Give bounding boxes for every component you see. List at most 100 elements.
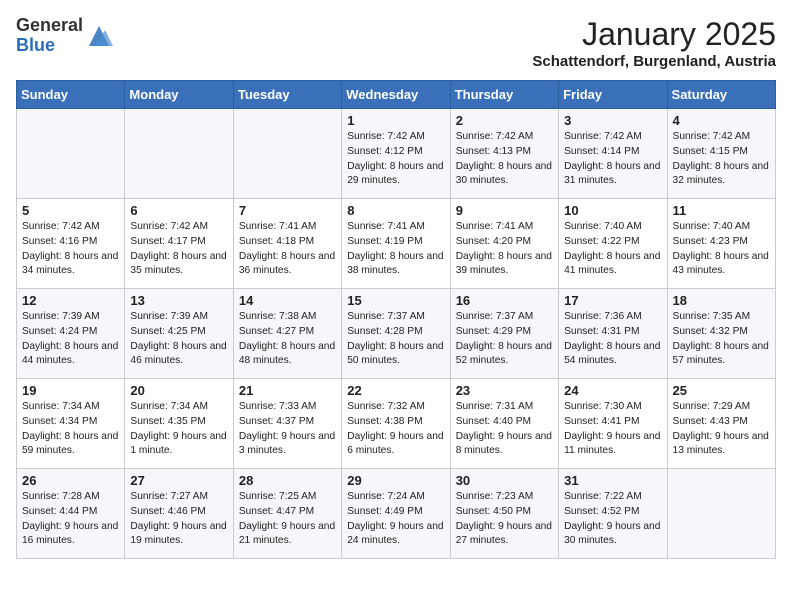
- day-info: Sunrise: 7:40 AM Sunset: 4:22 PM Dayligh…: [564, 220, 661, 279]
- day-cell: 6 Sunrise: 7:42 AM Sunset: 4:17 PM Daylig…: [125, 199, 233, 289]
- days-header-row: SundayMondayTuesdayWednesdayThursdayFrid…: [17, 81, 776, 109]
- day-cell: 30Sunrise: 7:23 AM Sunset: 4:50 PM Dayli…: [450, 469, 558, 559]
- day-info: Sunrise: 7:33 AM Sunset: 4:37 PM Dayligh…: [239, 400, 336, 459]
- day-number: 30: [456, 473, 553, 488]
- day-info: Sunrise: 7:42 AM Sunset: 4:17 PM Dayligh…: [130, 220, 227, 279]
- day-number: 4: [673, 113, 770, 128]
- day-number: 10: [564, 203, 661, 218]
- title-section: January 2025 Schattendorf, Burgenland, A…: [532, 16, 776, 70]
- day-number: 1: [347, 113, 444, 128]
- day-header-thursday: Thursday: [450, 81, 558, 109]
- day-number: 3: [564, 113, 661, 128]
- day-header-monday: Monday: [125, 81, 233, 109]
- day-cell: 3 Sunrise: 7:42 AM Sunset: 4:14 PM Daylig…: [559, 109, 667, 199]
- day-number: 17: [564, 293, 661, 308]
- day-info: Sunrise: 7:32 AM Sunset: 4:38 PM Dayligh…: [347, 400, 444, 459]
- day-cell: 25 Sunrise: 7:29 AM Sunset: 4:43 PM Dayli…: [667, 379, 775, 469]
- day-info: Sunrise: 7:42 AM Sunset: 4:14 PM Dayligh…: [564, 130, 661, 189]
- logo-general-text: General: [16, 16, 83, 36]
- day-number: 20: [130, 383, 227, 398]
- day-cell: 27 Sunrise: 7:27 AM Sunset: 4:46 PM Dayli…: [125, 469, 233, 559]
- day-info: Sunrise: 7:35 AM Sunset: 4:32 PM Dayligh…: [673, 310, 770, 369]
- week-row-1: 1 Sunrise: 7:42 AM Sunset: 4:12 PM Daylig…: [17, 109, 776, 199]
- day-info: Sunrise: 7:37 AM Sunset: 4:28 PM Dayligh…: [347, 310, 444, 369]
- logo: General Blue: [16, 16, 113, 56]
- day-number: 22: [347, 383, 444, 398]
- day-number: 15: [347, 293, 444, 308]
- day-number: 31: [564, 473, 661, 488]
- day-cell: 19Sunrise: 7:34 AM Sunset: 4:34 PM Dayli…: [17, 379, 125, 469]
- day-cell: [667, 469, 775, 559]
- day-cell: 21 Sunrise: 7:33 AM Sunset: 4:37 PM Dayli…: [233, 379, 341, 469]
- day-info: Sunrise: 7:28 AM Sunset: 4:44 PM Dayligh…: [22, 490, 119, 549]
- day-info: Sunrise: 7:41 AM Sunset: 4:20 PM Dayligh…: [456, 220, 553, 279]
- day-info: Sunrise: 7:42 AM Sunset: 4:16 PM Dayligh…: [22, 220, 119, 279]
- day-cell: 22 Sunrise: 7:32 AM Sunset: 4:38 PM Dayli…: [342, 379, 450, 469]
- day-number: 13: [130, 293, 227, 308]
- day-number: 23: [456, 383, 553, 398]
- day-info: Sunrise: 7:39 AM Sunset: 4:24 PM Dayligh…: [22, 310, 119, 369]
- calendar-table: SundayMondayTuesdayWednesdayThursdayFrid…: [16, 80, 776, 559]
- day-info: Sunrise: 7:42 AM Sunset: 4:12 PM Dayligh…: [347, 130, 444, 189]
- day-info: Sunrise: 7:31 AM Sunset: 4:40 PM Dayligh…: [456, 400, 553, 459]
- day-info: Sunrise: 7:27 AM Sunset: 4:46 PM Dayligh…: [130, 490, 227, 549]
- day-cell: [17, 109, 125, 199]
- day-number: 2: [456, 113, 553, 128]
- day-cell: 9 Sunrise: 7:41 AM Sunset: 4:20 PM Daylig…: [450, 199, 558, 289]
- day-info: Sunrise: 7:22 AM Sunset: 4:52 PM Dayligh…: [564, 490, 661, 549]
- day-info: Sunrise: 7:25 AM Sunset: 4:47 PM Dayligh…: [239, 490, 336, 549]
- month-title: January 2025: [532, 16, 776, 53]
- day-info: Sunrise: 7:39 AM Sunset: 4:25 PM Dayligh…: [130, 310, 227, 369]
- day-cell: [125, 109, 233, 199]
- day-cell: 16 Sunrise: 7:37 AM Sunset: 4:29 PM Dayli…: [450, 289, 558, 379]
- day-cell: 8 Sunrise: 7:41 AM Sunset: 4:19 PM Daylig…: [342, 199, 450, 289]
- day-cell: 14Sunrise: 7:38 AM Sunset: 4:27 PM Dayli…: [233, 289, 341, 379]
- day-number: 5: [22, 203, 119, 218]
- day-header-tuesday: Tuesday: [233, 81, 341, 109]
- day-number: 19: [22, 383, 119, 398]
- day-info: Sunrise: 7:42 AM Sunset: 4:15 PM Dayligh…: [673, 130, 770, 189]
- day-number: 9: [456, 203, 553, 218]
- day-cell: 31 Sunrise: 7:22 AM Sunset: 4:52 PM Dayli…: [559, 469, 667, 559]
- week-row-5: 26Sunrise: 7:28 AM Sunset: 4:44 PM Dayli…: [17, 469, 776, 559]
- day-number: 24: [564, 383, 661, 398]
- day-info: Sunrise: 7:38 AM Sunset: 4:27 PM Dayligh…: [239, 310, 336, 369]
- day-header-sunday: Sunday: [17, 81, 125, 109]
- day-number: 29: [347, 473, 444, 488]
- day-number: 27: [130, 473, 227, 488]
- day-cell: 1 Sunrise: 7:42 AM Sunset: 4:12 PM Daylig…: [342, 109, 450, 199]
- day-header-friday: Friday: [559, 81, 667, 109]
- day-info: Sunrise: 7:30 AM Sunset: 4:41 PM Dayligh…: [564, 400, 661, 459]
- day-cell: [233, 109, 341, 199]
- day-cell: 4 Sunrise: 7:42 AM Sunset: 4:15 PM Daylig…: [667, 109, 775, 199]
- day-cell: 28Sunrise: 7:25 AM Sunset: 4:47 PM Dayli…: [233, 469, 341, 559]
- day-info: Sunrise: 7:41 AM Sunset: 4:19 PM Dayligh…: [347, 220, 444, 279]
- day-header-saturday: Saturday: [667, 81, 775, 109]
- day-cell: 29 Sunrise: 7:24 AM Sunset: 4:49 PM Dayli…: [342, 469, 450, 559]
- day-info: Sunrise: 7:29 AM Sunset: 4:43 PM Dayligh…: [673, 400, 770, 459]
- day-info: Sunrise: 7:24 AM Sunset: 4:49 PM Dayligh…: [347, 490, 444, 549]
- day-number: 25: [673, 383, 770, 398]
- day-cell: 20 Sunrise: 7:34 AM Sunset: 4:35 PM Dayli…: [125, 379, 233, 469]
- page-header: General Blue January 2025 Schattendorf, …: [16, 16, 776, 70]
- day-cell: 26Sunrise: 7:28 AM Sunset: 4:44 PM Dayli…: [17, 469, 125, 559]
- logo-blue-text: Blue: [16, 36, 83, 56]
- day-cell: 18 Sunrise: 7:35 AM Sunset: 4:32 PM Dayli…: [667, 289, 775, 379]
- day-info: Sunrise: 7:41 AM Sunset: 4:18 PM Dayligh…: [239, 220, 336, 279]
- day-number: 12: [22, 293, 119, 308]
- day-number: 7: [239, 203, 336, 218]
- location-title: Schattendorf, Burgenland, Austria: [532, 53, 776, 70]
- day-number: 8: [347, 203, 444, 218]
- day-cell: 23 Sunrise: 7:31 AM Sunset: 4:40 PM Dayli…: [450, 379, 558, 469]
- day-number: 16: [456, 293, 553, 308]
- day-number: 21: [239, 383, 336, 398]
- day-cell: 5 Sunrise: 7:42 AM Sunset: 4:16 PM Daylig…: [17, 199, 125, 289]
- day-cell: 10 Sunrise: 7:40 AM Sunset: 4:22 PM Dayli…: [559, 199, 667, 289]
- day-info: Sunrise: 7:34 AM Sunset: 4:35 PM Dayligh…: [130, 400, 227, 459]
- day-number: 6: [130, 203, 227, 218]
- day-cell: 11Sunrise: 7:40 AM Sunset: 4:23 PM Dayli…: [667, 199, 775, 289]
- week-row-2: 5 Sunrise: 7:42 AM Sunset: 4:16 PM Daylig…: [17, 199, 776, 289]
- logo-icon: [85, 22, 113, 50]
- day-number: 18: [673, 293, 770, 308]
- day-info: Sunrise: 7:37 AM Sunset: 4:29 PM Dayligh…: [456, 310, 553, 369]
